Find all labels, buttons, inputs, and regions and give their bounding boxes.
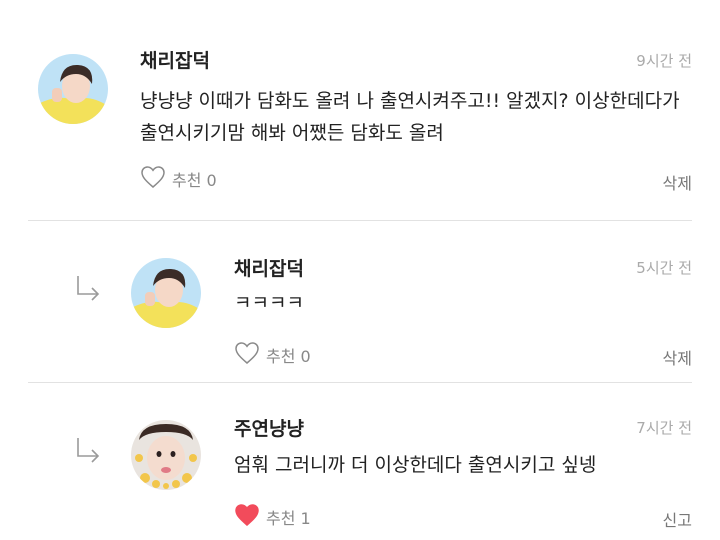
like-button[interactable]: 추천 0 xyxy=(140,165,217,193)
avatar[interactable] xyxy=(131,420,201,490)
comment-author[interactable]: 주연냥냥 xyxy=(234,414,304,441)
comment-text-line: 냥냥냥 이때가 담화도 올려 나 출연시켜주고!! 알겠지? 이상한데다가 xyxy=(140,90,680,112)
avatar[interactable] xyxy=(131,258,201,328)
comment-time: 5시간 전 xyxy=(636,259,692,277)
comment-item: 채리잡덕 9시간 전 냥냥냥 이때가 담화도 올려 나 출연시켜주고!! 알겠지… xyxy=(0,0,720,220)
reply-arrow-icon xyxy=(74,273,102,305)
like-label: 추천 1 xyxy=(266,509,311,528)
avatar-image xyxy=(131,258,201,328)
avatar[interactable] xyxy=(38,54,108,124)
comment-text: ㅋㅋㅋㅋ xyxy=(234,292,304,314)
heart-filled-icon xyxy=(234,503,260,531)
delete-button[interactable]: 삭제 xyxy=(663,170,692,194)
like-label: 추천 0 xyxy=(266,347,311,366)
reply-item: 주연냥냥 7시간 전 엄훠 그러니까 더 이상한데다 출연시키고 싶넹 추천 1… xyxy=(0,383,720,540)
avatar-image xyxy=(38,54,108,124)
like-button[interactable]: 추천 1 xyxy=(234,503,311,531)
report-button[interactable]: 신고 xyxy=(663,507,692,531)
avatar-image xyxy=(131,420,201,490)
comment-text: 냥냥냥 이때가 담화도 올려 나 출연시켜주고!! 알겠지? 이상한데다가 출연… xyxy=(140,85,700,149)
delete-button[interactable]: 삭제 xyxy=(663,345,692,369)
comment-author[interactable]: 채리잡덕 xyxy=(234,254,304,281)
heart-outline-icon xyxy=(140,165,166,193)
reply-item: 채리잡덕 5시간 전 ㅋㅋㅋㅋ 추천 0 삭제 xyxy=(0,221,720,382)
like-label: 추천 0 xyxy=(172,171,217,190)
comment-text: 엄훠 그러니까 더 이상한데다 출연시키고 싶넹 xyxy=(234,454,597,476)
comment-time: 7시간 전 xyxy=(636,419,692,437)
comment-time: 9시간 전 xyxy=(636,52,692,70)
heart-outline-icon xyxy=(234,341,260,369)
reply-arrow-icon xyxy=(74,435,102,467)
like-button[interactable]: 추천 0 xyxy=(234,341,311,369)
comment-text-line: 출연시키기맘 해봐 어쨌든 담화도 올려 xyxy=(140,122,444,144)
comment-author[interactable]: 채리잡덕 xyxy=(140,46,210,73)
